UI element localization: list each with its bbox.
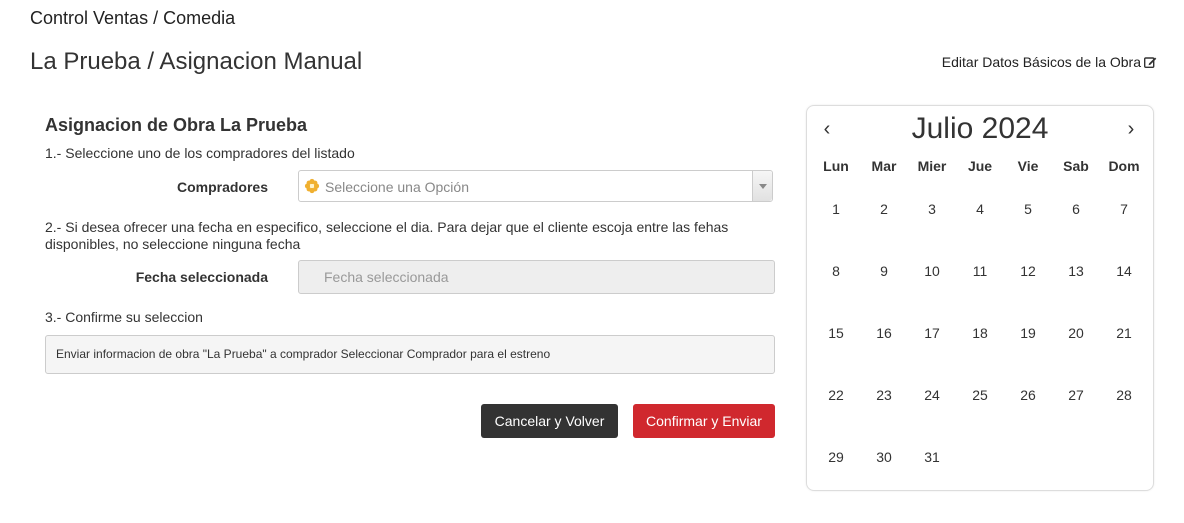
page-title: La Prueba / Asignacion Manual [30,48,363,75]
calendar-day[interactable]: 25 [956,362,1004,424]
calendar-day[interactable]: 14 [1100,238,1148,300]
calendar-day[interactable]: 2 [860,176,908,238]
weekday-header: Lun Mar Mier Jue Vie Sab Dom [812,156,1148,176]
calendar-day[interactable]: 20 [1052,300,1100,362]
calendar-day[interactable]: 3 [908,176,956,238]
calendar-day[interactable]: 12 [1004,238,1052,300]
calendar-day-empty [1004,424,1052,486]
edit-link-label: Editar Datos Básicos de la Obra [941,54,1141,70]
calendar-day[interactable]: 28 [1100,362,1148,424]
calendar-day[interactable]: 15 [812,300,860,362]
calendar-day[interactable]: 8 [812,238,860,300]
calendar-day[interactable]: 6 [1052,176,1100,238]
weekday-label: Mar [871,158,897,174]
calendar-day[interactable]: 1 [812,176,860,238]
calendar-day[interactable]: 19 [1004,300,1052,362]
calendar-day-empty [1052,424,1100,486]
step-2-text: 2.- Si desea ofrecer una fecha en especi… [45,219,729,252]
calendar-day[interactable]: 31 [908,424,956,486]
weekday-label: Mier [917,158,947,174]
confirmation-summary: Enviar informacion de obra "La Prueba" a… [45,335,775,374]
calendar-day[interactable]: 9 [860,238,908,300]
date-label: Fecha seleccionada [135,269,268,285]
calendar-day[interactable]: 23 [860,362,908,424]
calendar-week: 22 23 24 25 26 27 28 [812,362,1148,424]
weekday-label: Lun [823,158,849,174]
calendar-day[interactable]: 16 [860,300,908,362]
calendar-week: 1 2 3 4 5 6 7 [812,176,1148,238]
calendar-day[interactable]: 11 [956,238,1004,300]
edit-icon [1144,56,1157,68]
calendar-day[interactable]: 27 [1052,362,1100,424]
buyers-select[interactable]: Seleccione una Opción [298,170,773,202]
calendar-day[interactable]: 10 [908,238,956,300]
confirm-button[interactable]: Confirmar y Enviar [633,404,775,438]
calendar-day-empty [1100,424,1148,486]
calendar-day[interactable]: 13 [1052,238,1100,300]
calendar-grid: Lun Mar Mier Jue Vie Sab Dom 1 2 3 4 5 6… [812,156,1148,486]
calendar-day[interactable]: 29 [812,424,860,486]
calendar-day[interactable]: 7 [1100,176,1148,238]
edit-obra-link[interactable]: Editar Datos Básicos de la Obra [942,54,1157,70]
weekday-label: Dom [1108,158,1140,174]
weekday-label: Jue [967,158,993,174]
buyers-select-placeholder: Seleccione una Opción [325,179,469,195]
calendar-day[interactable]: 30 [860,424,908,486]
step-1-text: 1.- Seleccione uno de los compradores de… [45,145,355,161]
next-month-icon[interactable]: › [1121,118,1141,141]
calendar-week: 29 30 31 [812,424,1148,486]
breadcrumb: Control Ventas / Comedia [30,8,236,28]
calendar: ‹ Julio 2024 › Lun Mar Mier Jue Vie Sab … [806,105,1154,491]
calendar-week: 8 9 10 11 12 13 14 [812,238,1148,300]
step-3-text: 3.- Confirme su seleccion [45,309,203,325]
calendar-day[interactable]: 17 [908,300,956,362]
calendar-day[interactable]: 18 [956,300,1004,362]
section-title: Asignacion de Obra La Prueba [45,115,308,135]
chevron-down-icon[interactable] [752,171,772,201]
buyers-label: Compradores [176,179,268,195]
calendar-day-empty [956,424,1004,486]
calendar-week: 15 16 17 18 19 20 21 [812,300,1148,362]
calendar-month-title: Julio 2024 [911,112,1049,145]
flower-icon [304,178,320,199]
calendar-day[interactable]: 24 [908,362,956,424]
calendar-day[interactable]: 21 [1100,300,1148,362]
calendar-day[interactable]: 26 [1004,362,1052,424]
calendar-day[interactable]: 22 [812,362,860,424]
calendar-day[interactable]: 4 [956,176,1004,238]
cancel-button[interactable]: Cancelar y Volver [481,404,618,438]
weekday-label: Vie [1017,158,1039,174]
selected-date-field[interactable] [298,260,775,294]
weekday-label: Sab [1063,158,1089,174]
calendar-day[interactable]: 5 [1004,176,1052,238]
